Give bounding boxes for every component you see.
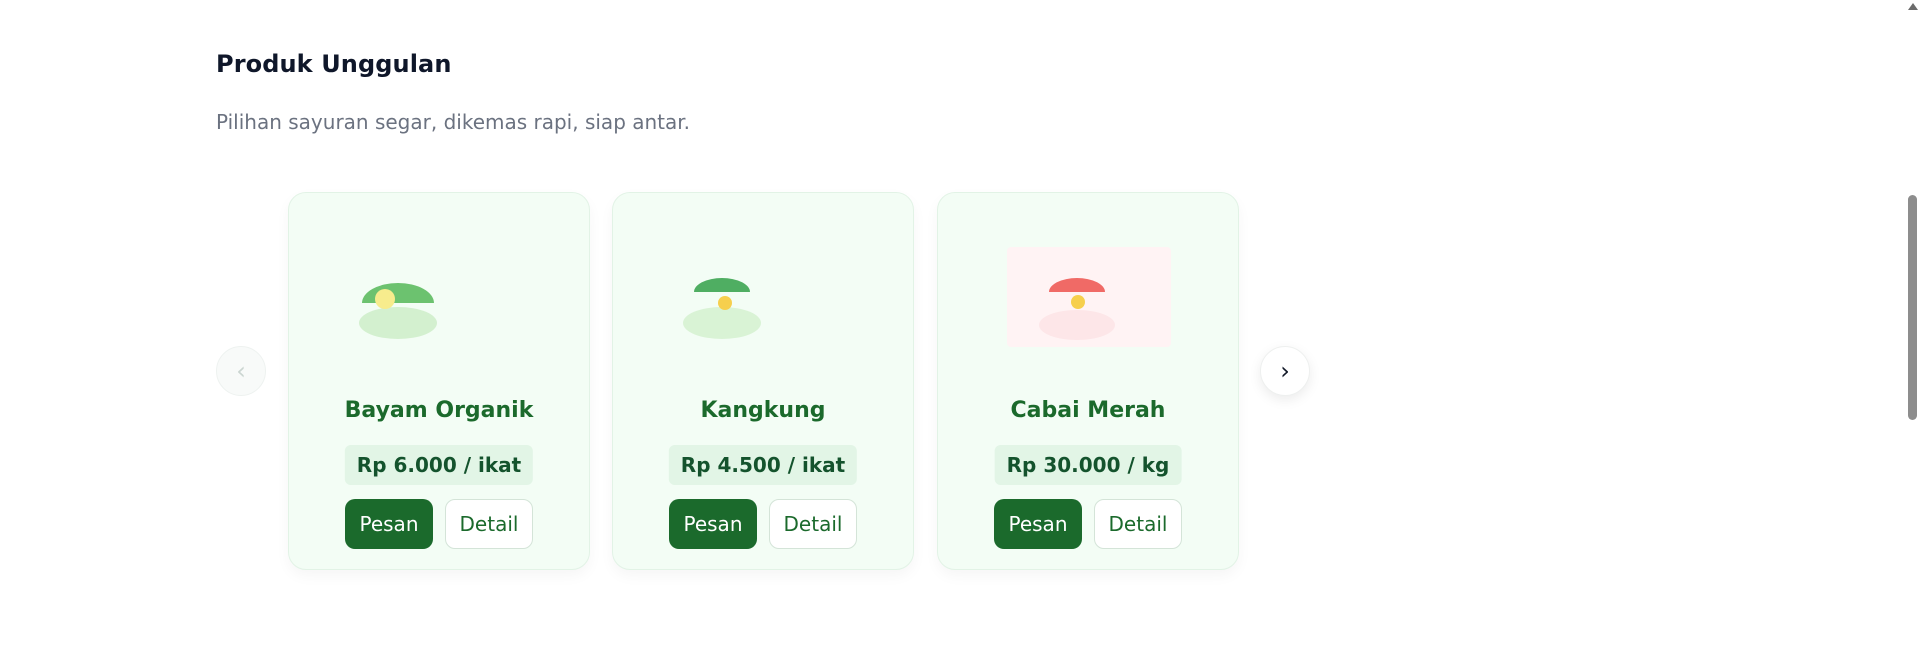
carousel-prev-button[interactable]: ‹ bbox=[216, 346, 266, 396]
price-badge: Rp 4.500 / ikat bbox=[668, 445, 858, 485]
section-subtitle: Pilihan sayuran segar, dikemas rapi, sia… bbox=[216, 110, 691, 134]
product-name: Bayam Organik bbox=[344, 398, 534, 423]
water-spinach-icon bbox=[682, 247, 846, 347]
chevron-left-icon: ‹ bbox=[236, 357, 246, 385]
product-actions: Pesan Detail bbox=[289, 499, 589, 549]
red-chili-icon bbox=[1007, 247, 1171, 347]
carousel-next-button[interactable]: › bbox=[1260, 346, 1310, 396]
order-button[interactable]: Pesan bbox=[345, 499, 433, 549]
scroll-up-arrow-icon[interactable] bbox=[1908, 3, 1918, 10]
chevron-right-icon: › bbox=[1280, 357, 1290, 385]
order-button[interactable]: Pesan bbox=[994, 499, 1082, 549]
page: Produk Unggulan Pilihan sayuran segar, d… bbox=[0, 0, 1920, 663]
scrollbar-thumb[interactable] bbox=[1908, 195, 1917, 420]
product-card: Cabai Merah Rp 30.000 / kg Pesan Detail bbox=[937, 192, 1239, 570]
product-actions: Pesan Detail bbox=[938, 499, 1238, 549]
vertical-scrollbar[interactable] bbox=[1905, 0, 1920, 663]
product-actions: Pesan Detail bbox=[613, 499, 913, 549]
section-title: Produk Unggulan bbox=[216, 50, 452, 78]
product-name: Kangkung bbox=[700, 398, 826, 423]
product-card: Bayam Organik Rp 6.000 / ikat Pesan Deta… bbox=[288, 192, 590, 570]
price-badge: Rp 6.000 / ikat bbox=[344, 445, 534, 485]
detail-button[interactable]: Detail bbox=[1094, 499, 1182, 549]
product-card: Kangkung Rp 4.500 / ikat Pesan Detail bbox=[612, 192, 914, 570]
detail-button[interactable]: Detail bbox=[445, 499, 533, 549]
order-button[interactable]: Pesan bbox=[669, 499, 757, 549]
price-badge: Rp 30.000 / kg bbox=[994, 445, 1182, 485]
spinach-icon bbox=[358, 247, 522, 347]
detail-button[interactable]: Detail bbox=[769, 499, 857, 549]
product-name: Cabai Merah bbox=[1010, 398, 1166, 423]
